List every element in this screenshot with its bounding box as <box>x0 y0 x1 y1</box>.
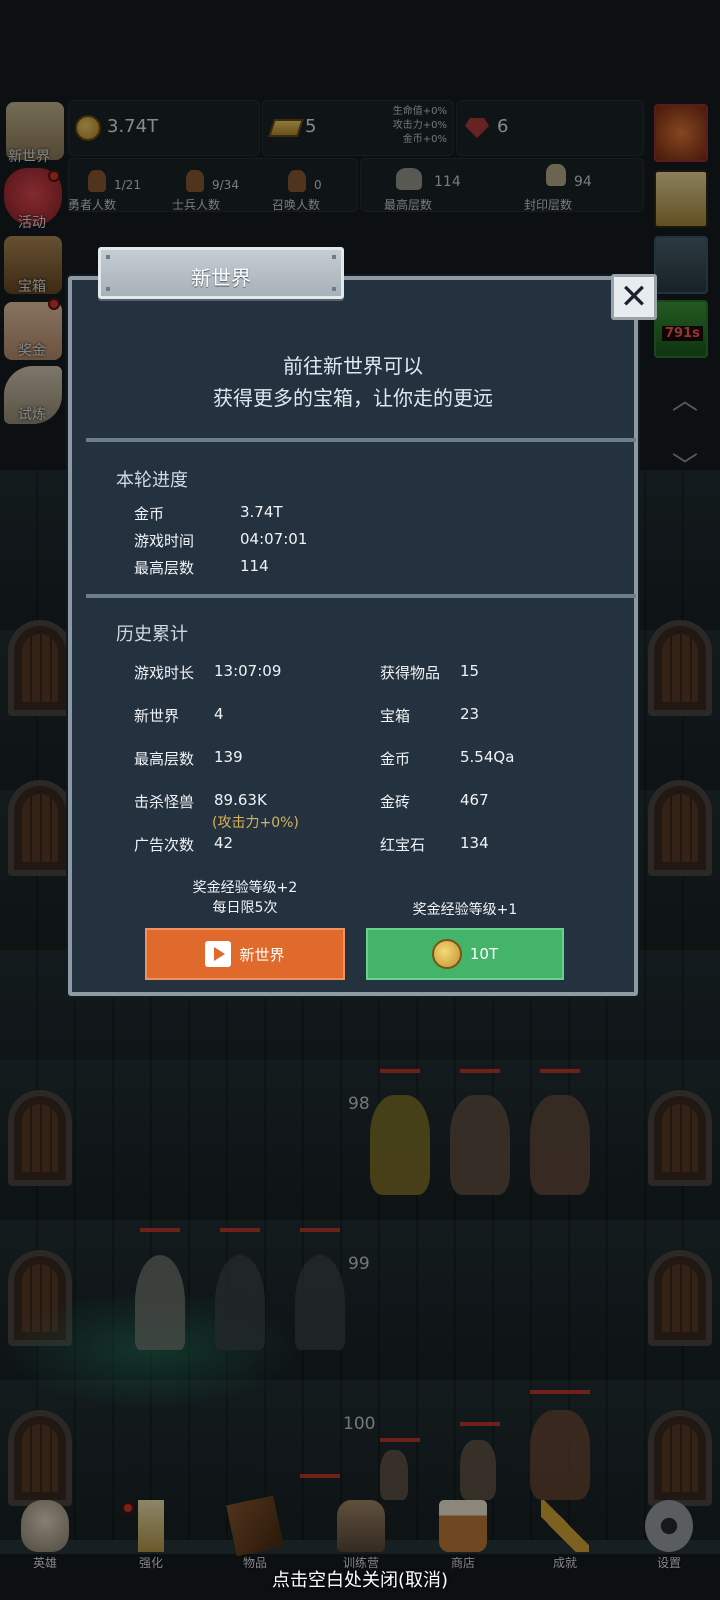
history-items-label: 获得物品 <box>380 664 441 682</box>
history-kills-value: 89.63K <box>214 791 267 809</box>
history-chests-value: 23 <box>460 705 480 723</box>
dialog-description-line1: 前往新世界可以 <box>283 354 423 378</box>
ad-button-note: 奖金经验等级+2 每日限5次 <box>145 878 345 918</box>
dialog-title: 新世界 <box>191 266 251 290</box>
history-ruby-label: 红宝石 <box>380 836 426 854</box>
history-ads-value: 42 <box>214 834 234 852</box>
ad-bonus-text: 奖金经验等级+2 <box>192 880 298 896</box>
history-gold-value: 5.54Qa <box>460 748 515 766</box>
ad-daily-limit-text: 每日限5次 <box>212 900 278 916</box>
history-title: 历史累计 <box>116 624 188 645</box>
history-gold-bar-value: 467 <box>460 791 489 809</box>
divider <box>86 594 636 598</box>
history-ruby-value: 134 <box>460 834 489 852</box>
coin-button-note: 奖金经验等级+1 <box>412 902 518 918</box>
close-button[interactable]: ✕ <box>611 274 657 320</box>
current-progress-title: 本轮进度 <box>116 470 188 491</box>
progress-gold-label: 金币 <box>134 505 165 523</box>
dialog-title-tab: 新世界 <box>98 247 344 299</box>
history-max-floor-label: 最高层数 <box>134 750 195 768</box>
progress-floor-label: 最高层数 <box>134 559 195 577</box>
history-ads-label: 广告次数 <box>134 836 195 854</box>
rivet <box>332 255 336 259</box>
coin-button-label: 10T <box>469 945 499 963</box>
history-playtime-value: 13:07:09 <box>214 662 282 680</box>
video-ad-icon <box>205 941 232 967</box>
divider <box>86 438 636 442</box>
progress-time-label: 游戏时间 <box>134 532 195 550</box>
close-icon: ✕ <box>619 277 649 317</box>
history-new-world-value: 4 <box>214 705 224 723</box>
rivet <box>106 255 110 259</box>
gold-coin-icon <box>431 939 462 969</box>
history-items-value: 15 <box>460 662 480 680</box>
history-max-floor-value: 139 <box>214 748 243 766</box>
progress-floor-value: 114 <box>240 557 269 575</box>
attack-bonus-note: (攻击力+0%) <box>212 815 299 831</box>
history-new-world-label: 新世界 <box>134 707 180 725</box>
history-gold-bar-label: 金砖 <box>380 793 411 811</box>
history-gold-label: 金币 <box>380 750 411 768</box>
history-chests-label: 宝箱 <box>380 707 411 725</box>
watch-ad-new-world-button[interactable]: 新世界 <box>145 928 345 980</box>
history-kills-label: 击杀怪兽 <box>134 793 195 811</box>
dialog-description-line2: 获得更多的宝箱，让你走的更远 <box>213 386 493 410</box>
tap-to-close-hint[interactable]: 点击空白处关闭(取消) <box>0 1566 720 1592</box>
ad-button-label: 新世界 <box>239 945 285 964</box>
progress-time-value: 04:07:01 <box>240 530 308 548</box>
history-playtime-label: 游戏时长 <box>134 664 195 682</box>
progress-gold-value: 3.74T <box>240 503 283 521</box>
pay-gold-new-world-button[interactable]: 10T <box>366 928 564 980</box>
